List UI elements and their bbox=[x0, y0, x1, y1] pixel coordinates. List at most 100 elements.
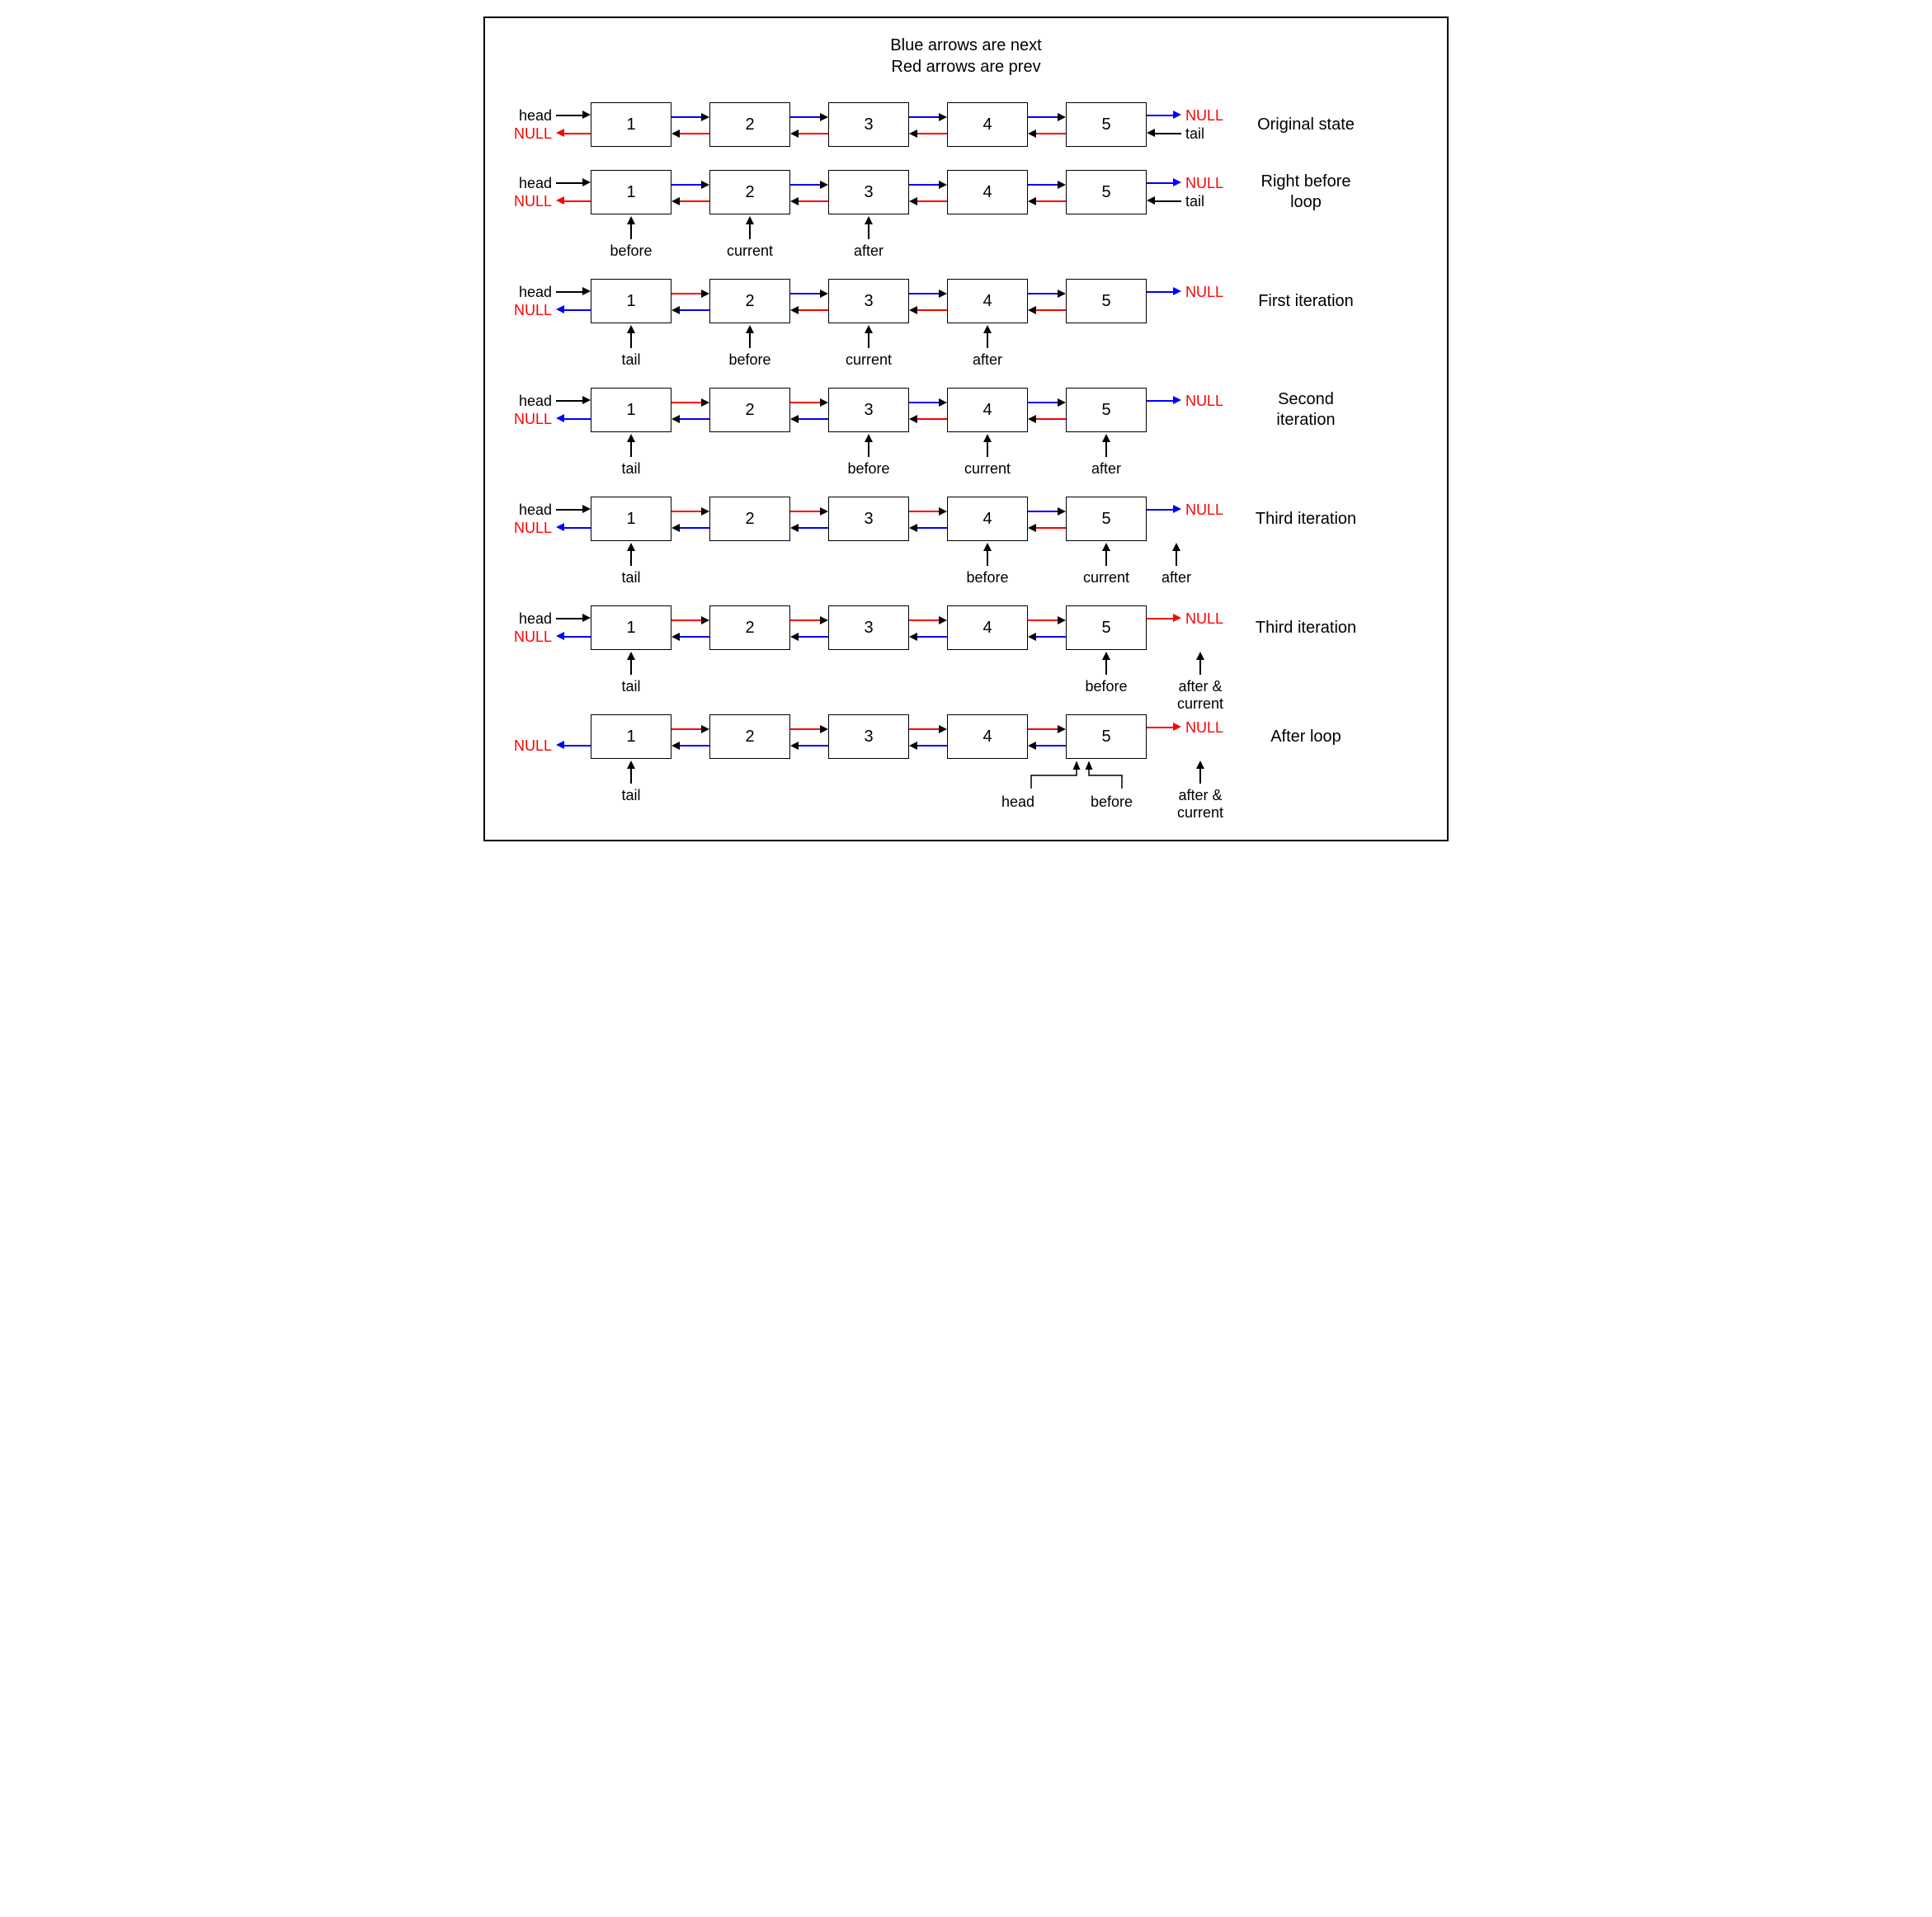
list-node: 5 bbox=[1066, 714, 1147, 759]
list-node: 4 bbox=[947, 497, 1028, 541]
link-gap bbox=[790, 497, 828, 541]
left-bot-label: NULL bbox=[514, 737, 552, 755]
pointer-labels-row: tailbeforeafter &current bbox=[493, 650, 1439, 699]
left-pointers: head NULL bbox=[493, 501, 591, 537]
arrow-red-left-icon bbox=[556, 197, 591, 205]
arrow-up-icon bbox=[865, 325, 873, 333]
list-node: 1 bbox=[591, 388, 671, 432]
link-gap bbox=[1028, 605, 1066, 650]
arrow-up-icon bbox=[627, 543, 635, 551]
list-node: 3 bbox=[828, 170, 909, 214]
pointer-labels-row: tail head before after &current bbox=[493, 759, 1439, 808]
pointer-label: after bbox=[828, 214, 909, 260]
list-node: 4 bbox=[947, 388, 1028, 432]
list-node: 4 bbox=[947, 714, 1028, 759]
left-top-label: head bbox=[519, 502, 552, 519]
left-top-label: head bbox=[519, 610, 552, 628]
arrow-blue-left-icon bbox=[556, 415, 591, 423]
right-top-label: NULL bbox=[1185, 393, 1223, 410]
pointer-label: after bbox=[1147, 541, 1261, 586]
left-pointers: head NULL bbox=[493, 174, 591, 210]
arrow-red-right-icon bbox=[1147, 723, 1181, 732]
pointer-labels-row: tailbeforecurrentafter bbox=[493, 541, 1439, 591]
list-node: 2 bbox=[709, 170, 790, 214]
list-node: 3 bbox=[828, 497, 909, 541]
bracket-icon bbox=[1006, 759, 1147, 790]
link-gap bbox=[671, 605, 709, 650]
list-node: 3 bbox=[828, 714, 909, 759]
right-pointers: NULLx bbox=[1147, 392, 1246, 428]
left-pointers: head NULL bbox=[493, 392, 591, 428]
link-gap bbox=[909, 605, 947, 650]
right-pointers: NULLx bbox=[1147, 501, 1246, 537]
link-gap bbox=[671, 170, 709, 214]
link-gap bbox=[671, 497, 709, 541]
list-node: 2 bbox=[709, 605, 790, 650]
pointer-label: before bbox=[1066, 650, 1147, 695]
list-node: 5 bbox=[1066, 497, 1147, 541]
list-node: 5 bbox=[1066, 388, 1147, 432]
pointer-label: current bbox=[828, 323, 909, 369]
list-node: 2 bbox=[709, 714, 790, 759]
state-row: xNULL 1 2 3 4 5 NULLxAfter looptail bbox=[493, 714, 1439, 808]
nodes-row: head NULL 1 2 3 4 5 NULLxThird iteration bbox=[493, 605, 1439, 650]
list-node: 5 bbox=[1066, 170, 1147, 214]
pointer-label: before bbox=[947, 541, 1028, 586]
row-caption: Right before loop bbox=[1246, 172, 1359, 213]
arrow-up-icon bbox=[627, 761, 635, 769]
arrow-black-left-icon bbox=[1147, 197, 1181, 205]
arrow-blue-right-icon bbox=[1147, 179, 1181, 187]
left-top-label: head bbox=[519, 107, 552, 125]
arrow-black-left-icon bbox=[1147, 130, 1181, 138]
link-gap bbox=[671, 714, 709, 759]
pointer-label: after bbox=[1066, 432, 1147, 478]
arrow-up-icon bbox=[627, 325, 635, 333]
nodes-row: head NULL 1 2 3 4 5 NULLxThird iteration bbox=[493, 497, 1439, 541]
pointer-label: tail bbox=[591, 541, 671, 586]
pointer-label: current bbox=[947, 432, 1028, 478]
pointer-label: after &current bbox=[1147, 759, 1261, 821]
list-node: 5 bbox=[1066, 102, 1147, 147]
right-pointers: NULLx bbox=[1147, 718, 1246, 755]
right-pointers: NULL tail bbox=[1147, 174, 1246, 210]
pointer-label: before bbox=[591, 214, 671, 260]
left-bot-label: NULL bbox=[514, 411, 552, 428]
list-node: 2 bbox=[709, 279, 790, 323]
nodes-row: head NULL 1 2 3 4 5 NULLxSecond iteratio… bbox=[493, 388, 1439, 432]
link-gap bbox=[790, 102, 828, 147]
pointer-label: before bbox=[709, 323, 790, 369]
arrow-black-right-icon bbox=[556, 288, 591, 296]
list-node: 1 bbox=[591, 605, 671, 650]
link-gap bbox=[790, 388, 828, 432]
list-node: 2 bbox=[709, 102, 790, 147]
left-bot-label: NULL bbox=[514, 193, 552, 210]
left-top-label: head bbox=[519, 284, 552, 301]
left-bot-label: NULL bbox=[514, 629, 552, 646]
arrow-blue-right-icon bbox=[1147, 111, 1181, 120]
link-gap bbox=[909, 170, 947, 214]
arrow-up-icon bbox=[983, 543, 992, 551]
nodes-row: head NULL 1 2 3 4 5 NULLxFirst iteration bbox=[493, 279, 1439, 323]
arrow-blue-left-icon bbox=[556, 742, 591, 750]
arrow-up-icon bbox=[1102, 543, 1110, 551]
right-bot-label: tail bbox=[1185, 125, 1204, 143]
pointer-label: tail bbox=[591, 323, 671, 369]
link-gap bbox=[909, 102, 947, 147]
link-gap bbox=[1028, 170, 1066, 214]
arrow-up-icon bbox=[1172, 543, 1180, 551]
list-node: 4 bbox=[947, 605, 1028, 650]
pointer-label: tail bbox=[591, 759, 671, 804]
arrow-up-icon bbox=[627, 434, 635, 442]
arrow-black-right-icon bbox=[556, 615, 591, 623]
right-top-label: NULL bbox=[1185, 719, 1223, 737]
list-node: 4 bbox=[947, 170, 1028, 214]
list-node: 2 bbox=[709, 388, 790, 432]
arrow-black-right-icon bbox=[556, 506, 591, 514]
list-node: 1 bbox=[591, 170, 671, 214]
left-pointers: xNULL bbox=[493, 718, 591, 755]
arrow-up-icon bbox=[746, 216, 754, 224]
pointer-labels-row: tailbeforecurrentafter bbox=[493, 432, 1439, 482]
state-row: head NULL 1 2 3 4 5 NULLxThird iteration… bbox=[493, 497, 1439, 591]
link-gap bbox=[671, 388, 709, 432]
legend-line-2: Red arrows are prev bbox=[493, 56, 1439, 78]
